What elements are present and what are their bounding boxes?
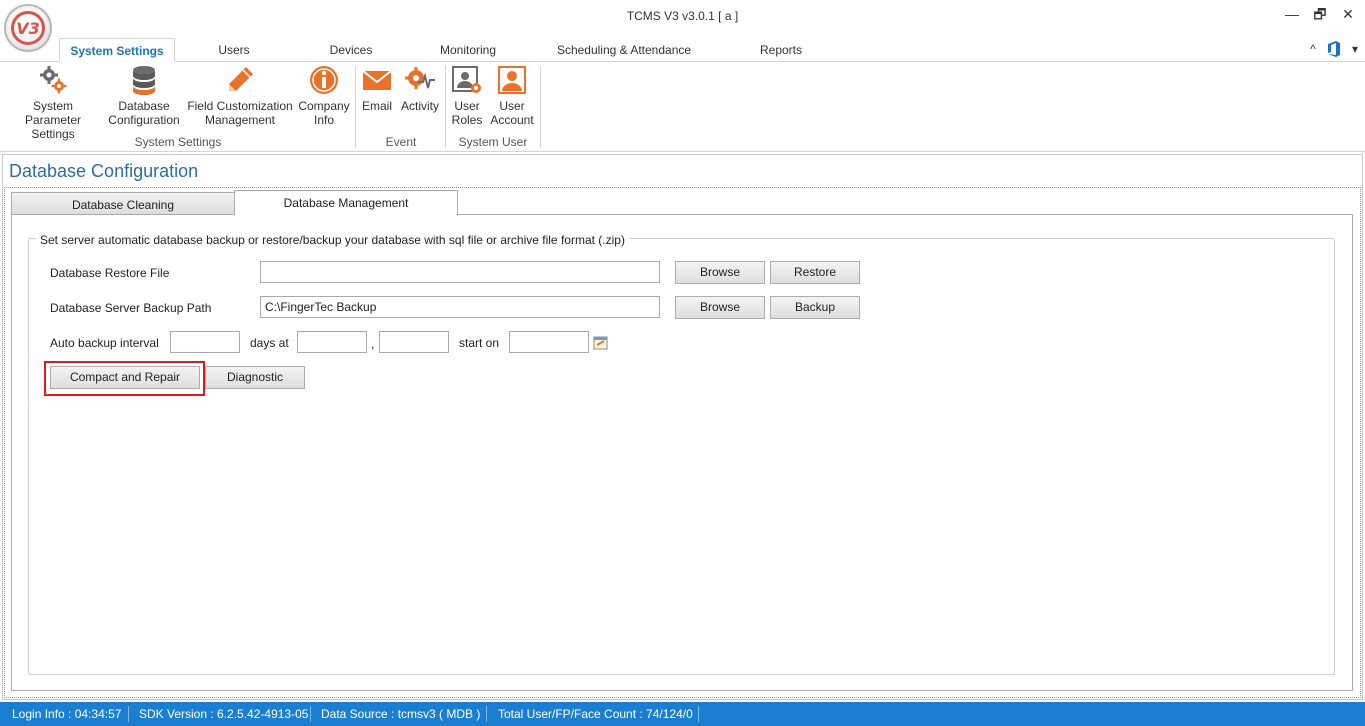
user-account-icon xyxy=(498,66,526,94)
close-button[interactable]: ✕ xyxy=(1335,4,1361,24)
tab-monitoring[interactable]: Monitoring xyxy=(428,38,508,62)
status-total-count: Total User/FP/Face Count : 74/124/0 xyxy=(498,707,693,721)
status-separator xyxy=(128,706,129,722)
restore-browse-button[interactable]: Browse xyxy=(675,261,765,284)
activity-label: Activity xyxy=(400,99,439,113)
more-chevron-icon[interactable]: ▾ xyxy=(1347,40,1363,58)
system-parameter-settings-button[interactable]: System Parameter Settings xyxy=(4,64,102,141)
user-account-label-1: User xyxy=(499,99,525,113)
gears-icon xyxy=(40,66,67,94)
start-date-input[interactable] xyxy=(509,331,589,353)
status-sdk-version: SDK Version : 6.2.5.42-4913-05 xyxy=(139,707,309,721)
activity-icon xyxy=(405,67,435,89)
field-custom-label-2: Management xyxy=(204,113,276,127)
group-separator xyxy=(355,66,356,148)
group-label-system-settings: System Settings xyxy=(134,135,222,149)
tab-system-settings[interactable]: System Settings xyxy=(59,38,175,62)
field-customization-button[interactable]: Field Customization Management xyxy=(186,64,294,127)
pencil-icon xyxy=(229,67,253,91)
ribbon-tab-strip: System Settings Users Devices Monitoring… xyxy=(0,38,1365,62)
diagnostic-button[interactable]: Diagnostic xyxy=(205,366,305,389)
days-at-label: days at xyxy=(250,336,289,350)
interval-days-input[interactable] xyxy=(170,331,240,353)
tab-database-management[interactable]: Database Management xyxy=(234,190,458,216)
status-separator xyxy=(310,706,311,722)
database-config-label-1: Database xyxy=(118,99,170,113)
calendar-icon[interactable] xyxy=(593,335,608,350)
company-info-label-2: Info xyxy=(313,113,334,127)
backup-browse-button[interactable]: Browse xyxy=(675,296,765,319)
tab-devices[interactable]: Devices xyxy=(316,38,386,62)
status-separator xyxy=(698,706,699,722)
group-label-event: Event xyxy=(385,135,417,149)
backup-path-input[interactable]: C:\FingerTec Backup xyxy=(260,296,660,318)
envelope-icon xyxy=(362,70,392,90)
user-roles-icon xyxy=(452,66,481,93)
status-separator xyxy=(486,706,487,722)
page-title: Database Configuration xyxy=(9,161,199,181)
app-logo-text: V3 xyxy=(11,11,45,45)
time-comma: , xyxy=(371,337,375,351)
restore-button[interactable]: Restore xyxy=(770,261,860,284)
restore-button[interactable]: 🗗 xyxy=(1307,4,1333,24)
database-icon xyxy=(133,66,155,95)
tab-users[interactable]: Users xyxy=(200,38,268,62)
backup-button[interactable]: Backup xyxy=(770,296,860,319)
user-roles-button[interactable]: User Roles xyxy=(448,64,486,127)
tab-scheduling-attendance[interactable]: Scheduling & Attendance xyxy=(548,38,700,62)
interval-minute-input[interactable] xyxy=(379,331,449,353)
collapse-ribbon-icon[interactable]: ^ xyxy=(1303,40,1323,58)
info-icon xyxy=(310,66,338,94)
user-account-button[interactable]: User Account xyxy=(488,64,536,127)
tab-database-cleaning[interactable]: Database Cleaning xyxy=(11,192,235,216)
company-info-label-1: Company xyxy=(298,99,350,113)
backup-path-label: Database Server Backup Path xyxy=(50,301,212,315)
auto-backup-interval-label: Auto backup interval xyxy=(50,336,159,350)
database-configuration-button[interactable]: Database Configuration xyxy=(106,64,182,127)
window-title: TCMS V3 v3.0.1 [ a ] xyxy=(626,9,739,23)
status-data-source: Data Source : tcmsv3 ( MDB ) xyxy=(321,707,481,721)
interval-hour-input[interactable] xyxy=(297,331,367,353)
minimize-button[interactable]: — xyxy=(1279,4,1305,24)
status-bar: Login Info : 04:34:57 SDK Version : 6.2.… xyxy=(0,702,1365,726)
start-on-label: start on xyxy=(459,336,500,350)
database-config-label-2: Configuration xyxy=(108,113,180,127)
email-button[interactable]: Email xyxy=(358,64,396,113)
field-custom-label-1: Field Customization xyxy=(187,99,293,113)
status-login-info: Login Info : 04:34:57 xyxy=(12,707,122,721)
email-label: Email xyxy=(361,99,392,113)
group-separator xyxy=(540,66,541,148)
user-roles-label-1: User xyxy=(454,99,480,113)
group-label-system-user: System User xyxy=(458,135,528,149)
app-logo[interactable]: V3 xyxy=(4,4,52,52)
groupbox-legend: Set server automatic database backup or … xyxy=(36,233,629,247)
ribbon-panel: System Parameter Settings Database Confi… xyxy=(0,62,1365,152)
user-account-label-2: Account xyxy=(490,113,534,127)
title-bar: TCMS V3 v3.0.1 [ a ] — 🗗 ✕ xyxy=(0,0,1365,38)
restore-file-input[interactable] xyxy=(260,261,660,283)
company-info-button[interactable]: Company Info xyxy=(296,64,352,127)
activity-button[interactable]: Activity xyxy=(398,64,442,113)
highlight-box xyxy=(44,361,205,396)
tab-reports[interactable]: Reports xyxy=(745,38,817,62)
system-parameter-label-1: System Parameter xyxy=(24,99,82,127)
restore-file-label: Database Restore File xyxy=(50,266,170,280)
office-icon[interactable] xyxy=(1325,40,1343,58)
user-roles-label-2: Roles xyxy=(451,113,483,127)
